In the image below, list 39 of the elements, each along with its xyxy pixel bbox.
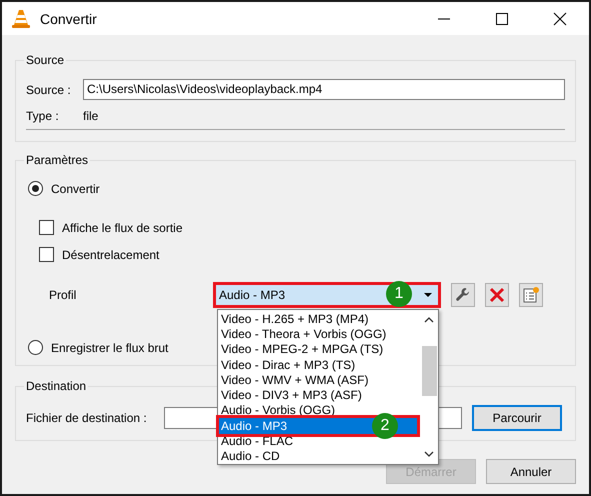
field-label: Profil: [49, 288, 78, 302]
list-icon: [522, 286, 540, 304]
delete-profile-button[interactable]: [485, 283, 509, 307]
dropdown-option[interactable]: Video - WMV + WMA (ASF): [218, 372, 415, 388]
field-label: Type :: [26, 109, 60, 123]
radio-button[interactable]: [28, 181, 43, 196]
group-title: Source: [25, 53, 66, 67]
group-title: Destination: [25, 379, 88, 393]
wrench-icon: [455, 287, 471, 303]
dropdown-option[interactable]: Video - Dirac + MP3 (TS): [218, 358, 415, 373]
scroll-down-icon[interactable]: [424, 451, 434, 457]
field-label: Source :: [26, 82, 72, 96]
group-title: Paramètres: [25, 153, 90, 167]
delete-icon: [489, 287, 505, 303]
dropdown-option[interactable]: Video - Theora + Vorbis (OGG): [218, 327, 415, 342]
scroll-up-icon[interactable]: [424, 317, 434, 323]
checkbox-label: Affiche le flux de sortie: [62, 220, 183, 234]
checkbox-label: Désentrelacement: [62, 248, 160, 262]
window-title: Convertir: [40, 10, 97, 26]
scrollbar[interactable]: [421, 310, 438, 464]
traffic-cone-icon: [12, 8, 30, 28]
edit-profile-button[interactable]: [451, 283, 475, 307]
new-profile-button[interactable]: [519, 283, 543, 307]
radio-button[interactable]: [28, 340, 43, 355]
radio-label: Enregistrer le flux brut: [51, 340, 168, 354]
maximize-icon[interactable]: [495, 12, 509, 26]
checkbox[interactable]: [39, 247, 54, 262]
dropdown-option[interactable]: Video - DIV3 + MP3 (ASF): [218, 388, 415, 404]
checkbox[interactable]: [39, 220, 54, 235]
field-label: Fichier de destination :: [26, 411, 148, 425]
source-field[interactable]: C:\Users\Nicolas\Videos\videoplayback.mp4: [83, 79, 565, 100]
cancel-button[interactable]: Annuler: [486, 459, 576, 484]
dropdown-option[interactable]: Video - H.265 + MP3 (MP4): [218, 312, 415, 328]
browse-button[interactable]: Parcourir: [472, 405, 562, 431]
close-icon[interactable]: [553, 12, 567, 26]
dropdown-option[interactable]: Video - MPEG-2 + MPGA (TS): [218, 342, 415, 358]
radio-label: Convertir: [51, 182, 100, 196]
caret-icon: [424, 293, 432, 297]
type-value: file: [83, 109, 98, 123]
